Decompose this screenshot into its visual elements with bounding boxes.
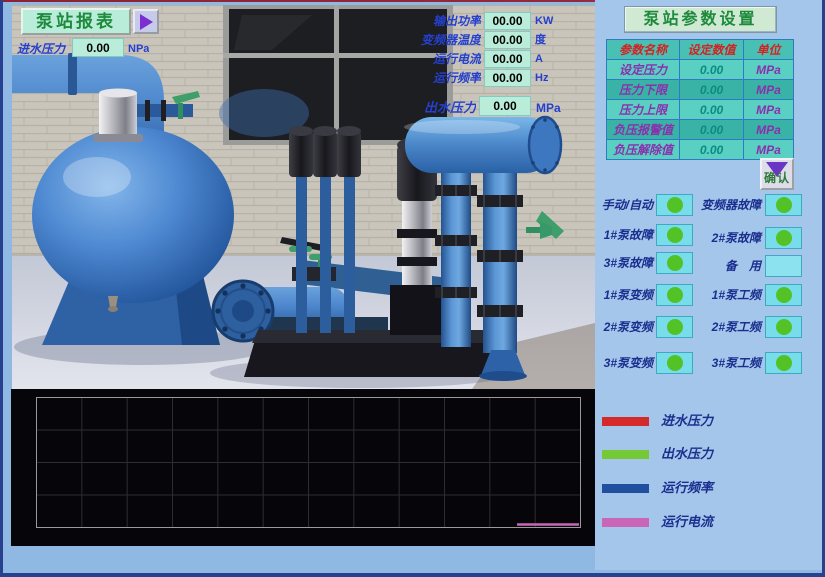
run-current-unit: A (535, 50, 543, 68)
run-frequency-unit: Hz (535, 69, 548, 87)
param-value[interactable]: 0.00 (680, 140, 744, 160)
lamp-on-dot (667, 355, 683, 371)
param-name: 负压报警值 (607, 120, 680, 140)
param-unit: MPa (744, 60, 794, 80)
hmi-pump-station-screen: 泵站报表 进水压力 0.00 NPa 输出功率 00.00 KW 变频器温度 0… (0, 0, 825, 577)
report-nav-button[interactable] (133, 9, 159, 34)
status-lamp-pump2-vfd (656, 316, 693, 338)
header-manifold (404, 117, 561, 173)
run-frequency-value: 00.00 (484, 69, 531, 87)
param-value[interactable]: 0.00 (680, 80, 744, 100)
status-label-inverter-fault: 变频器故障 (691, 194, 761, 216)
col-unit: 单位 (744, 40, 794, 60)
inverter-temp-label: 变频器温度 (399, 31, 481, 49)
legend-swatch-inlet-pressure (602, 417, 649, 426)
lamp-on-dot (776, 230, 792, 246)
param-unit: MPa (744, 100, 794, 120)
lamp-on-dot (667, 319, 683, 335)
table-header-row: 参数名称 设定数值 单位 (607, 40, 794, 60)
inverter-temp-value: 00.00 (484, 31, 531, 49)
status-lamp-pump2-mains (765, 316, 802, 338)
lamp-on-dot (667, 197, 683, 213)
status-label-manual-auto: 手动/自动 (591, 194, 653, 216)
outlet-pressure-label: 出水压力 (424, 99, 476, 117)
trend-chart-svg (11, 389, 595, 546)
lamp-on-dot (776, 355, 792, 371)
lamp-on-dot (776, 319, 792, 335)
col-param-name: 参数名称 (607, 40, 680, 60)
report-button[interactable]: 泵站报表 (21, 8, 131, 35)
confirm-button[interactable]: 确认 (760, 158, 794, 190)
outlet-pressure-value: 0.00 (479, 96, 531, 116)
status-lamp-pump3-mains (765, 352, 802, 374)
status-label-pump2-vfd: 2#泵变频 (591, 316, 653, 338)
table-row: 负压报警值 0.00 MPa (607, 120, 794, 140)
param-unit: MPa (744, 120, 794, 140)
param-unit: MPa (744, 140, 794, 160)
inlet-pressure-value: 0.00 (72, 38, 124, 57)
param-value[interactable]: 0.00 (680, 60, 744, 80)
run-current-label: 运行电流 (399, 50, 481, 68)
status-lamp-pump3-vfd (656, 352, 693, 374)
status-lamp-pump1-vfd (656, 284, 693, 306)
status-label-pump1-mains: 1#泵工频 (691, 284, 761, 306)
table-row: 压力上限 0.00 MPa (607, 100, 794, 120)
table-row: 压力下限 0.00 MPa (607, 80, 794, 100)
legend-label-inlet-pressure: 进水压力 (661, 413, 713, 429)
status-lamp-manual-auto (656, 194, 693, 216)
legend-label-run-frequency: 运行频率 (661, 480, 713, 496)
status-label-pump3-mains: 3#泵工频 (691, 352, 761, 374)
inlet-pressure-unit: NPa (128, 40, 149, 58)
parameter-table: 参数名称 设定数值 单位 设定压力 0.00 MPa 压力下限 0.00 MPa… (606, 39, 794, 160)
lamp-on-dot (776, 197, 792, 213)
status-lamp-pump1-mains (765, 284, 802, 306)
output-power-unit: KW (535, 12, 553, 30)
legend-swatch-run-frequency (602, 484, 649, 493)
lamp-on-dot (776, 287, 792, 303)
legend-label-run-current: 运行电流 (661, 514, 713, 530)
lamp-on-dot (667, 227, 683, 243)
output-power-value: 00.00 (484, 12, 531, 30)
status-lamp-pump1-fault (656, 224, 693, 246)
trend-chart (11, 389, 595, 546)
chart-grid (37, 398, 581, 528)
legend-label-outlet-pressure: 出水压力 (661, 446, 713, 462)
status-lamp-spare (765, 255, 802, 277)
status-lamp-pump2-fault (765, 227, 802, 249)
run-current-value: 00.00 (484, 50, 531, 68)
inverter-temp-unit: 度 (535, 31, 546, 49)
status-label-pump3-vfd: 3#泵变频 (591, 352, 653, 374)
table-row: 负压解除值 0.00 MPa (607, 140, 794, 160)
param-name: 负压解除值 (607, 140, 680, 160)
run-frequency-label: 运行频率 (399, 69, 481, 87)
legend-swatch-outlet-pressure (602, 450, 649, 459)
status-label-pump2-fault: 2#泵故障 (691, 227, 761, 249)
param-name: 设定压力 (607, 60, 680, 80)
status-label-spare: 备 用 (691, 255, 761, 277)
status-label-pump2-mains: 2#泵工频 (691, 316, 761, 338)
pump-motors-rear (289, 126, 361, 333)
param-name: 压力下限 (607, 80, 680, 100)
table-row: 设定压力 0.00 MPa (607, 60, 794, 80)
param-unit: MPa (744, 80, 794, 100)
param-name: 压力上限 (607, 100, 680, 120)
play-triangle-icon (140, 14, 153, 30)
param-value[interactable]: 0.00 (680, 100, 744, 120)
status-lamp-pump3-fault (656, 252, 693, 274)
settings-panel-title: 泵站参数设置 (624, 6, 777, 33)
status-label-pump1-vfd: 1#泵变频 (591, 284, 653, 306)
confirm-label: 确认 (764, 169, 790, 186)
param-value[interactable]: 0.00 (680, 120, 744, 140)
outlet-pressure-unit: MPa (536, 99, 561, 117)
lamp-on-dot (667, 255, 683, 271)
status-label-pump1-fault: 1#泵故障 (591, 224, 653, 246)
inlet-pressure-label: 进水压力 (17, 40, 71, 58)
status-label-pump3-fault: 3#泵故障 (591, 252, 653, 274)
col-set-value: 设定数值 (680, 40, 744, 60)
lamp-on-dot (667, 287, 683, 303)
legend-swatch-run-current (602, 518, 649, 527)
output-power-label: 输出功率 (399, 12, 481, 30)
status-lamp-inverter-fault (765, 194, 802, 216)
